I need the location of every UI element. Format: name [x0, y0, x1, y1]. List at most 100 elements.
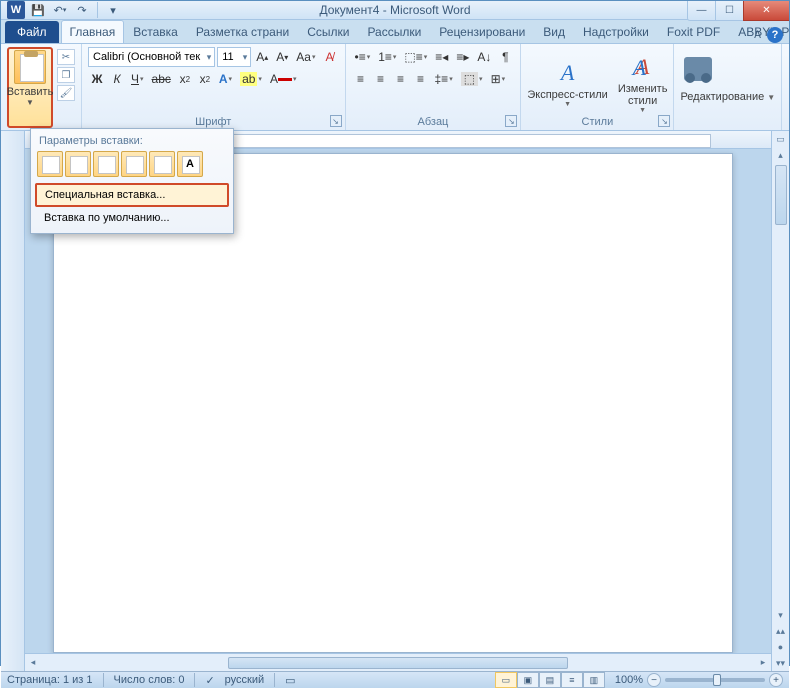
text-effects-button[interactable]: A▾ [216, 69, 235, 89]
italic-button[interactable]: К [108, 69, 126, 89]
help-icon[interactable]: ? [767, 27, 783, 43]
increase-indent-button[interactable]: ≡▸ [453, 47, 472, 67]
paste-button[interactable]: Вставить ▼ [7, 47, 53, 128]
copy-button[interactable]: ❐ [57, 67, 75, 83]
font-size-combo[interactable]: 11 [217, 47, 251, 67]
justify-button[interactable]: ≡ [412, 69, 430, 89]
align-center-button[interactable]: ≡ [372, 69, 390, 89]
vscroll-thumb[interactable] [775, 165, 787, 225]
scroll-left-icon[interactable]: ◂ [25, 654, 41, 671]
change-case-button[interactable]: Aa▾ [293, 47, 318, 67]
paste-option-picture[interactable] [149, 151, 175, 177]
zoom-value[interactable]: 100% [615, 674, 643, 686]
paste-default-item[interactable]: Вставка по умолчанию... [35, 207, 229, 229]
close-button[interactable]: ✕ [743, 1, 789, 21]
quick-access-toolbar: W 💾 ↶▾ ↷ ▾ [1, 1, 128, 19]
view-full-screen[interactable]: ▣ [517, 672, 539, 688]
view-web[interactable]: ▤ [539, 672, 561, 688]
change-styles-button[interactable]: A Изменить стили ▼ [618, 51, 668, 114]
styles-dialog-launcher[interactable]: ↘ [658, 115, 670, 127]
tab-view[interactable]: Вид [534, 20, 574, 43]
scroll-down-icon[interactable]: ▾ [772, 607, 789, 623]
shading-button[interactable]: ⬚▾ [458, 69, 486, 89]
font-name-combo[interactable]: Calibri (Основной тек [88, 47, 215, 67]
qat-customize[interactable]: ▾ [104, 1, 122, 19]
align-left-button[interactable]: ≡ [352, 69, 370, 89]
subscript-button[interactable]: x2 [176, 69, 194, 89]
scroll-up-icon[interactable]: ▴ [772, 147, 789, 163]
tab-home[interactable]: Главная [61, 20, 125, 43]
status-language[interactable]: русский [225, 674, 264, 686]
tab-file[interactable]: Файл [5, 21, 59, 43]
vertical-ruler[interactable] [1, 131, 25, 671]
tab-mailings[interactable]: Рассылки [358, 20, 430, 43]
status-insert-icon[interactable]: ▭ [285, 674, 295, 687]
borders-button[interactable]: ⊞▾ [488, 69, 509, 89]
show-marks-button[interactable]: ¶ [496, 47, 514, 67]
hscroll-thumb[interactable] [228, 657, 568, 669]
paragraph-dialog-launcher[interactable]: ↘ [505, 115, 517, 127]
minimize-ribbon-icon[interactable]: ᐱ [754, 30, 761, 41]
font-color-button[interactable]: A▾ [267, 69, 300, 89]
multilevel-button[interactable]: ⬚≡▾ [401, 47, 430, 67]
tab-foxit[interactable]: Foxit PDF [658, 20, 729, 43]
status-proofing-icon[interactable]: ✓ [205, 674, 214, 687]
superscript-button[interactable]: x2 [196, 69, 214, 89]
zoom-out-button[interactable]: − [647, 673, 661, 687]
status-words[interactable]: Число слов: 0 [114, 674, 185, 686]
paste-special-item[interactable]: Специальная вставка... [35, 183, 229, 207]
quick-styles-label: Экспресс-стили [527, 89, 607, 101]
paste-option-keep-source[interactable] [37, 151, 63, 177]
sort-button[interactable]: A↓ [474, 47, 494, 67]
word-app-icon[interactable]: W [7, 1, 25, 19]
font-dialog-launcher[interactable]: ↘ [330, 115, 342, 127]
shrink-font-button[interactable]: A▾ [273, 47, 291, 67]
view-print-layout[interactable]: ▭ [495, 672, 517, 688]
ruler-toggle-icon[interactable]: ▭ [772, 131, 789, 147]
clear-formatting-button[interactable]: A̸ [321, 47, 339, 67]
window-title: Документ4 - Microsoft Word [319, 3, 470, 17]
strikethrough-button[interactable]: abc [149, 69, 174, 89]
maximize-button[interactable]: ☐ [715, 1, 743, 21]
decrease-indent-button[interactable]: ≡◂ [432, 47, 451, 67]
bold-button[interactable]: Ж [88, 69, 106, 89]
zoom-in-button[interactable]: + [769, 673, 783, 687]
tab-references[interactable]: Ссылки [298, 20, 358, 43]
browse-object-icon[interactable]: ● [776, 639, 785, 655]
paste-option-link[interactable] [121, 151, 147, 177]
tab-insert[interactable]: Вставка [124, 20, 187, 43]
cut-button[interactable]: ✂ [57, 49, 75, 65]
vertical-scrollbar[interactable]: ▭ ▴ ▾ ▴▴ ● ▾▾ [771, 131, 789, 671]
zoom-controls: 100% − + [615, 673, 783, 687]
editing-button[interactable] [680, 47, 775, 91]
view-outline[interactable]: ≡ [561, 672, 583, 688]
zoom-slider[interactable] [665, 678, 765, 682]
undo-button[interactable]: ↶▾ [51, 1, 69, 19]
save-button[interactable]: 💾 [29, 1, 47, 19]
underline-button[interactable]: Ч▾ [128, 69, 147, 89]
bullets-button[interactable]: •≡▾ [352, 47, 374, 67]
status-page[interactable]: Страница: 1 из 1 [7, 674, 93, 686]
grow-font-button[interactable]: A▴ [253, 47, 271, 67]
tab-addins[interactable]: Надстройки [574, 20, 658, 43]
prev-page-icon[interactable]: ▴▴ [776, 623, 785, 639]
paste-option-merge[interactable] [65, 151, 91, 177]
minimize-button[interactable]: — [687, 1, 715, 21]
horizontal-scrollbar[interactable]: ◂ ▸ [25, 653, 771, 671]
tab-layout[interactable]: Разметка страни [187, 20, 298, 43]
quick-styles-button[interactable]: A Экспресс-стили ▼ [527, 57, 607, 108]
line-spacing-button[interactable]: ‡≡▾ [432, 69, 456, 89]
redo-button[interactable]: ↷ [73, 1, 91, 19]
numbering-button[interactable]: 1≡▾ [375, 47, 399, 67]
tab-review[interactable]: Рецензировани [430, 20, 534, 43]
highlight-button[interactable]: ab▾ [237, 69, 265, 89]
scroll-right-icon[interactable]: ▸ [755, 654, 771, 671]
paste-option-text-only[interactable]: A [177, 151, 203, 177]
next-page-icon[interactable]: ▾▾ [776, 655, 785, 671]
view-draft[interactable]: ▥ [583, 672, 605, 688]
paste-options-menu: Параметры вставки: A Специальная вставка… [30, 128, 234, 234]
format-painter-button[interactable]: 🖌 [57, 85, 75, 101]
align-right-button[interactable]: ≡ [392, 69, 410, 89]
zoom-knob[interactable] [713, 674, 721, 686]
paste-option-use-dest[interactable] [93, 151, 119, 177]
